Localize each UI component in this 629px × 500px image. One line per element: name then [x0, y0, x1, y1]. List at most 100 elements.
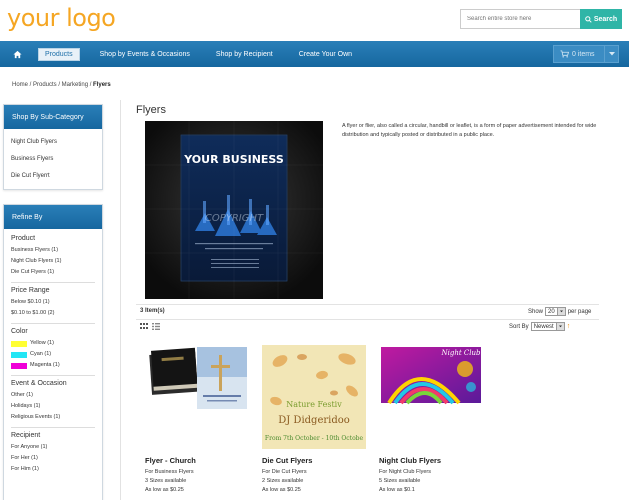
product-price: As low as $0.1 — [379, 487, 415, 493]
show-label: Show — [528, 308, 544, 315]
search-input[interactable] — [460, 9, 580, 29]
per-page-label: per page — [567, 308, 592, 315]
home-icon[interactable] — [10, 50, 24, 59]
subcategory-item[interactable]: Night Club Flyers — [11, 134, 95, 151]
hero-heading: YOUR BUSINESS — [183, 153, 284, 166]
breadcrumb-current: Flyers — [93, 82, 111, 88]
product-price: As low as $0.25 — [145, 487, 184, 493]
subcategory-title: Shop By Sub-Category — [4, 105, 102, 129]
search-bar: Search — [460, 9, 622, 29]
category-hero-image: COPYRIGHT YOUR BUSINESS — [145, 121, 323, 299]
filter-option[interactable]: $0.10 to $1.00 (2) — [11, 308, 95, 319]
filter-title: Event & Occasion — [11, 380, 67, 387]
page-size-control: Show 20 per page — [528, 307, 591, 316]
refine-title: Refine By — [4, 205, 102, 229]
filter-option[interactable]: Holidays (1) — [11, 401, 95, 412]
thumb-date: From 7th October - 10th Octobe — [265, 435, 364, 442]
filter-option[interactable]: Below $0.10 (1) — [11, 297, 95, 308]
category-description: A flyer or flier, also called a circular… — [342, 123, 597, 138]
thumb-title: Night Club — [441, 349, 481, 357]
subcategory-item[interactable]: Die Cut Flyerrt — [11, 168, 95, 185]
product-price: As low as $0.25 — [262, 487, 301, 493]
filter-option[interactable]: Night Club Flyers (1) — [11, 256, 95, 267]
nav-events-occasions[interactable]: Shop by Events & Occasions — [94, 49, 196, 60]
filter-price: Price Range Below $0.10 (1) $0.10 to $1.… — [11, 287, 95, 324]
watermark-text: COPYRIGHT — [205, 213, 264, 224]
filter-option[interactable]: For Anyone (1) — [11, 442, 95, 453]
filter-option[interactable]: Other (1) — [11, 390, 95, 401]
sort-label: Sort By — [509, 323, 529, 330]
product-name[interactable]: Flyer - Church — [145, 456, 196, 465]
view-mode-toggle — [140, 323, 160, 330]
product-sizes: 3 Sizes available — [145, 478, 187, 484]
subcategory-panel: Shop By Sub-Category Night Club Flyers B… — [3, 104, 103, 190]
color-swatch — [11, 362, 27, 369]
divider — [136, 319, 599, 320]
filter-option-yellow[interactable]: Yellow (1) — [11, 338, 95, 349]
filter-option[interactable]: For Him (1) — [11, 464, 95, 475]
product-image[interactable]: Nature Festiv DJ Didgeridoo From 7th Oct… — [262, 345, 366, 449]
product-sizes: 2 Sizes available — [262, 478, 304, 484]
divider — [136, 304, 599, 305]
color-swatch — [11, 340, 27, 347]
filter-option[interactable]: Business Flyers (1) — [11, 245, 95, 256]
cart-icon — [560, 50, 569, 58]
filter-title: Price Range — [11, 287, 50, 294]
filter-title: Color — [11, 328, 28, 335]
filter-product: Product Business Flyers (1) Night Club F… — [11, 235, 95, 283]
list-view-icon[interactable] — [152, 323, 160, 330]
main-nav: Products Shop by Events & Occasions Shop… — [0, 41, 629, 67]
filter-option[interactable]: Die Cut Flyers (1) — [11, 267, 95, 278]
filter-option-label: Yellow (1) — [30, 340, 54, 346]
product-category: For Night Club Flyers — [379, 469, 431, 475]
filter-option[interactable]: For Her (1) — [11, 453, 95, 464]
breadcrumb: Home / Products / Marketing / Flyers — [12, 82, 111, 88]
page-title: Flyers — [136, 104, 166, 116]
cart-button[interactable]: 0 items — [553, 45, 619, 63]
filter-event: Event & Occasion Other (1) Holidays (1) … — [11, 380, 95, 428]
sort-select[interactable]: Newest — [530, 322, 565, 331]
product-image[interactable]: Night Club — [379, 345, 483, 407]
filter-color: Color Yellow (1) Cyan (1) Magenta (1) — [11, 328, 95, 376]
filter-option-cyan[interactable]: Cyan (1) — [11, 349, 95, 360]
thumb-title: Nature Festiv — [286, 400, 342, 409]
product-name[interactable]: Night Club Flyers — [379, 456, 441, 465]
thumb-name: DJ Didgeridoo — [278, 415, 350, 426]
grid-view-icon[interactable] — [140, 323, 148, 330]
product-sizes: 5 Sizes available — [379, 478, 421, 484]
product-card[interactable]: Night Club Night Club Flyers For Night C… — [379, 345, 489, 493]
search-button-label: Search — [593, 15, 618, 23]
filter-option[interactable]: Religious Events (1) — [11, 412, 95, 423]
divider — [120, 100, 121, 500]
nav-recipient[interactable]: Shop by Recipient — [210, 49, 279, 60]
breadcrumb-path[interactable]: Home / Products / Marketing / — [12, 82, 93, 88]
item-count: 3 Item(s) — [140, 308, 165, 314]
search-button[interactable]: Search — [580, 9, 622, 29]
filter-recipient: Recipient For Anyone (1) For Her (1) For… — [11, 432, 95, 479]
filter-title: Product — [11, 235, 36, 242]
chevron-down-icon — [556, 308, 565, 315]
filter-option-label: Cyan (1) — [30, 351, 52, 357]
page-size-select[interactable]: 20 — [545, 307, 566, 316]
cart-label: 0 items — [572, 50, 595, 58]
nav-products[interactable]: Products — [38, 47, 80, 61]
color-swatch — [11, 351, 27, 358]
page-size-value: 20 — [548, 308, 555, 315]
nav-create-your-own[interactable]: Create Your Own — [293, 49, 358, 60]
product-category: For Business Flyers — [145, 469, 194, 475]
sort-value: Newest — [533, 323, 554, 330]
sort-direction-icon[interactable]: ↑ — [567, 323, 571, 330]
product-card[interactable]: Nature Festiv DJ Didgeridoo From 7th Oct… — [262, 345, 372, 493]
refine-panel: Refine By Product Business Flyers (1) Ni… — [3, 204, 103, 500]
chevron-down-icon — [555, 323, 564, 330]
filter-option-label: Magenta (1) — [30, 362, 60, 368]
product-name[interactable]: Die Cut Flyers — [262, 456, 312, 465]
chevron-down-icon[interactable] — [604, 46, 618, 62]
sort-control: Sort By Newest ↑ — [509, 322, 570, 331]
search-icon — [585, 15, 592, 23]
product-card[interactable]: Flyer - Church For Business Flyers 3 Siz… — [145, 345, 255, 493]
product-image[interactable] — [145, 345, 249, 413]
logo[interactable]: your logo — [7, 4, 116, 32]
filter-option-magenta[interactable]: Magenta (1) — [11, 360, 95, 371]
subcategory-item[interactable]: Business Flyers — [11, 151, 95, 168]
